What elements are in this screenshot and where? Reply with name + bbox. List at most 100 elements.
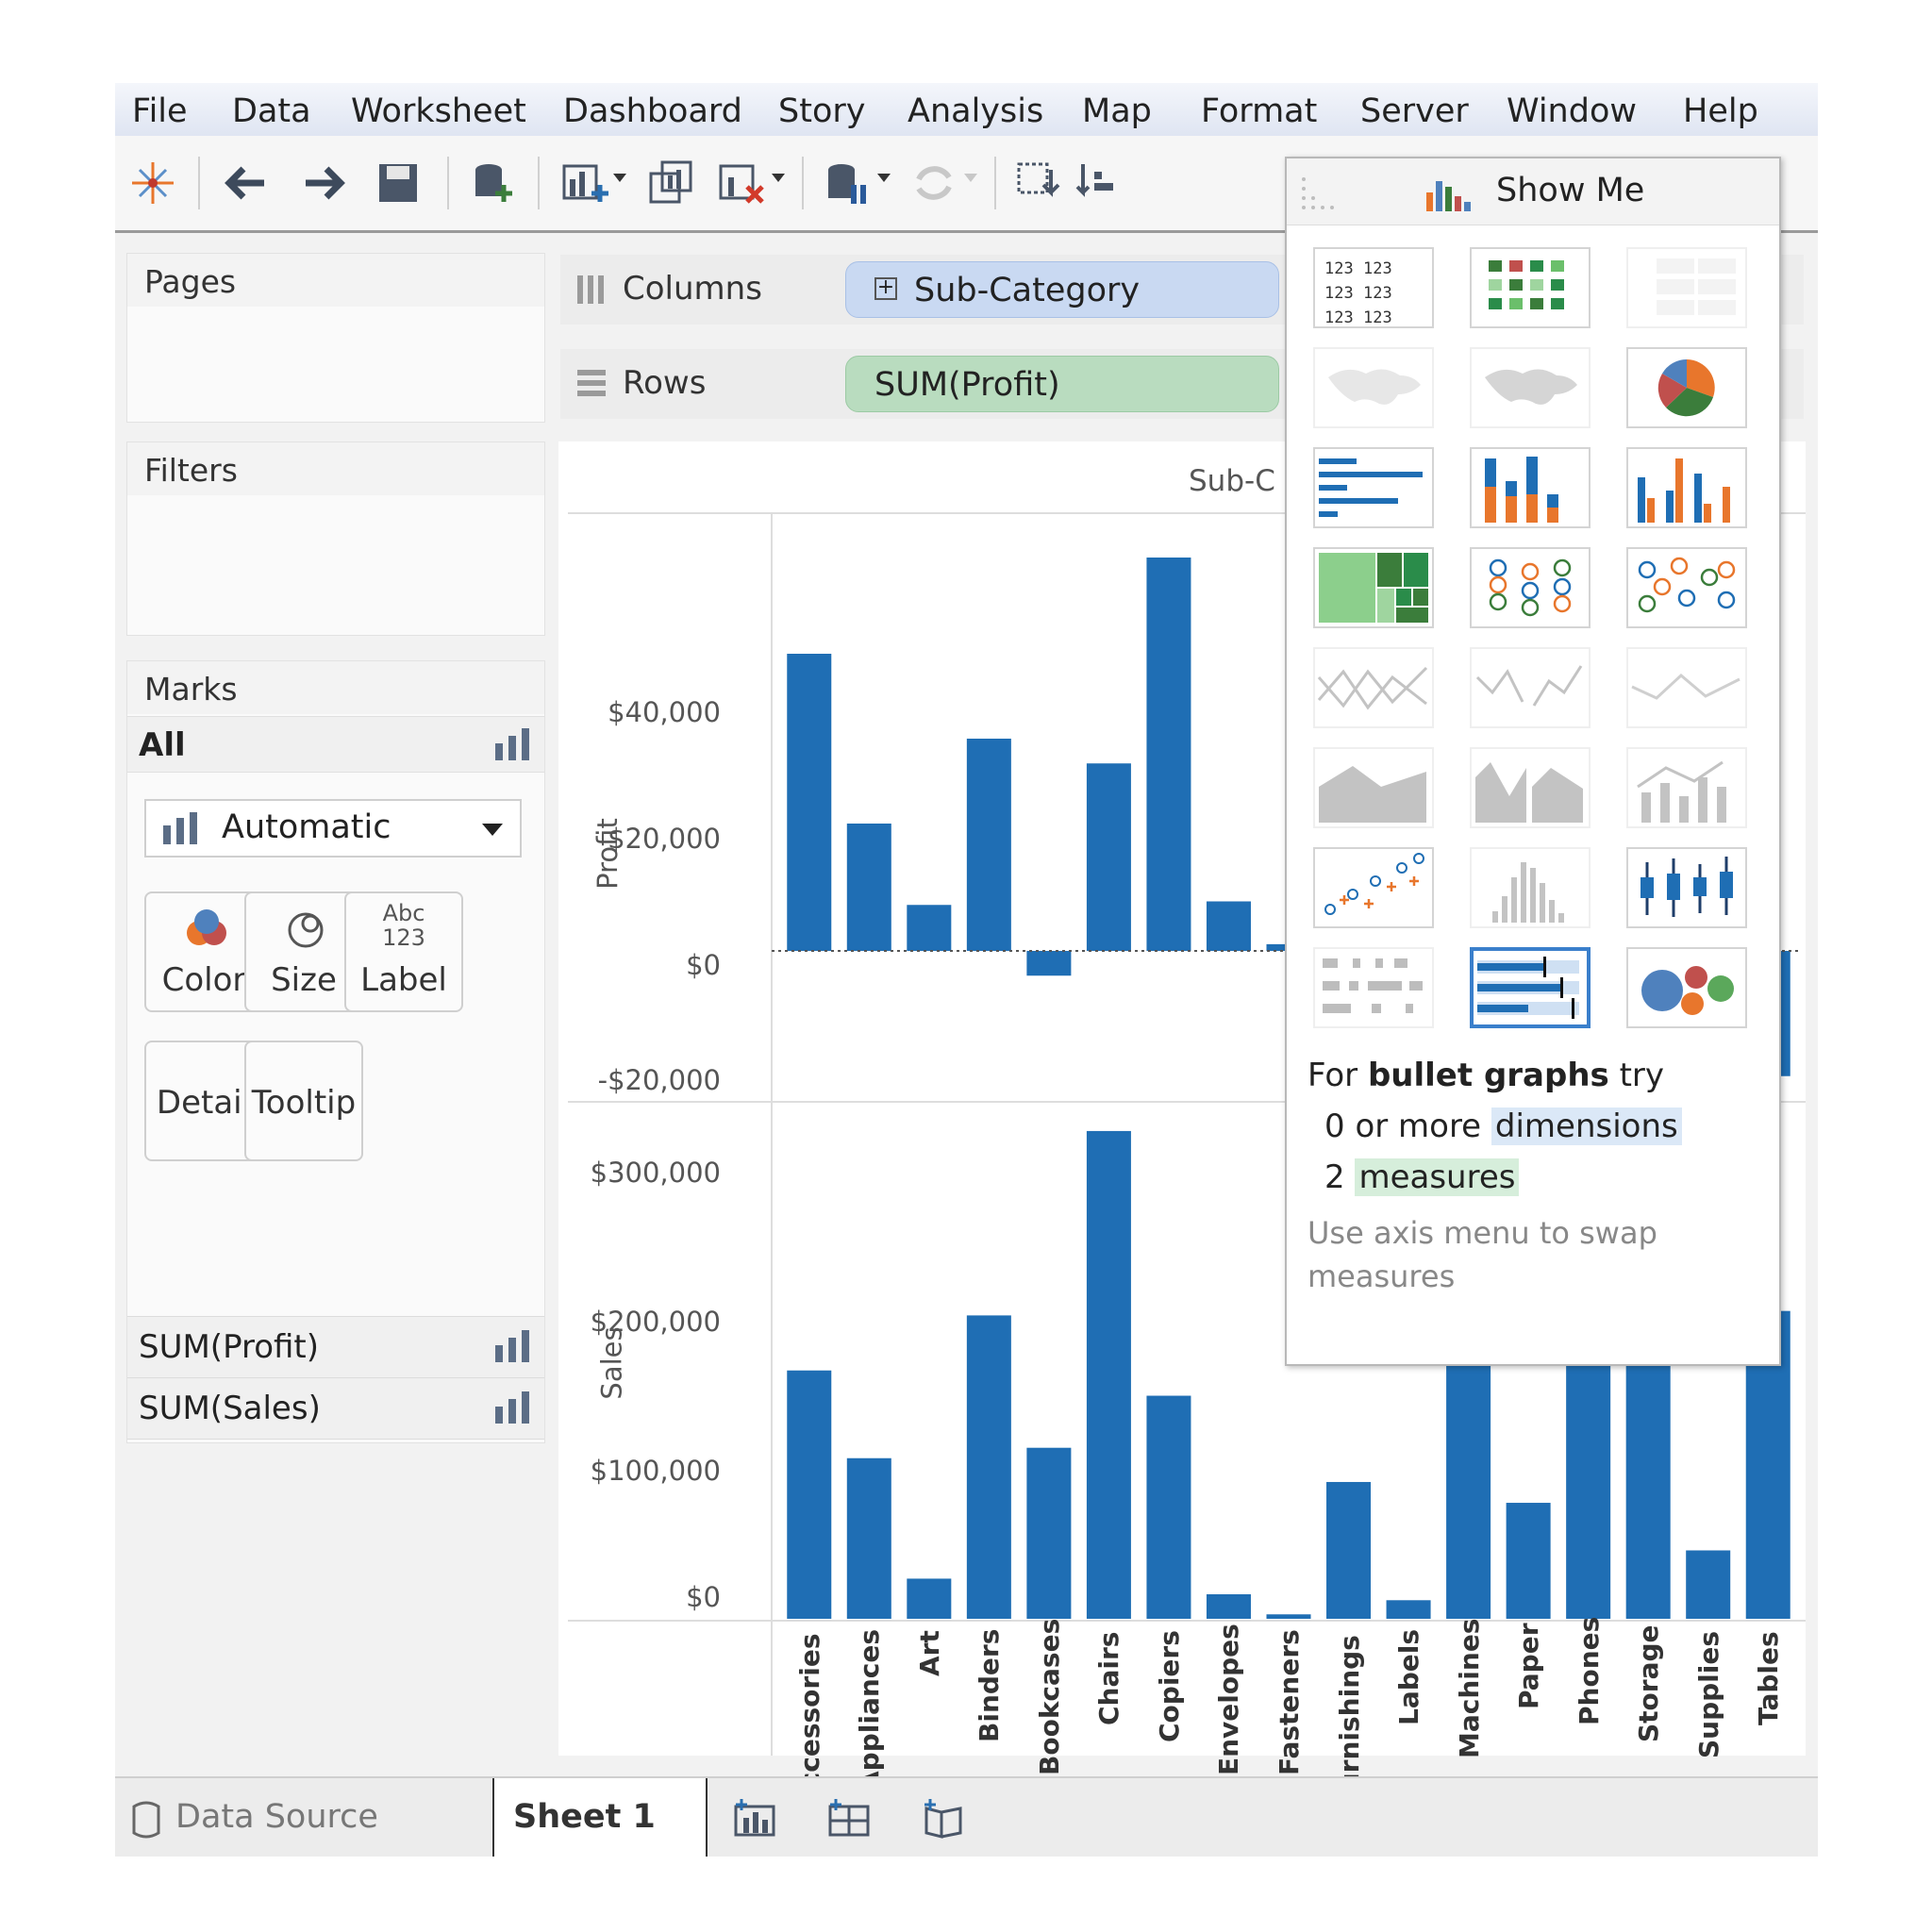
profit-bar[interactable] [907, 905, 952, 951]
profit-tick-label: $0 [686, 949, 721, 981]
category-label[interactable]: Phones [1574, 1617, 1605, 1725]
sum-profit-pill[interactable]: SUM(Profit) [845, 356, 1279, 412]
profit-tick-label: -$20,000 [597, 1064, 721, 1096]
profit-bar[interactable] [787, 654, 832, 951]
treemap-thumb[interactable] [1313, 547, 1434, 628]
sales-bar[interactable] [1026, 1447, 1072, 1619]
menu-format[interactable]: Format [1201, 92, 1317, 130]
bullet-graph-thumb[interactable] [1470, 947, 1591, 1028]
sales-bar[interactable] [1326, 1481, 1372, 1619]
profit-bar[interactable] [1206, 901, 1251, 952]
sales-bar[interactable] [787, 1370, 832, 1619]
profit-bar[interactable] [966, 739, 1011, 951]
menu-data[interactable]: Data [232, 92, 311, 130]
category-label[interactable]: Labels [1393, 1629, 1424, 1725]
sales-bar[interactable] [1146, 1395, 1191, 1619]
category-label[interactable]: Binders [974, 1628, 1005, 1741]
profit-bar[interactable] [1146, 558, 1191, 951]
new-worksheet-icon[interactable] [558, 157, 611, 209]
tableau-logo-icon[interactable] [126, 157, 179, 209]
sort-ascending-icon[interactable] [1074, 157, 1126, 209]
sales-bar[interactable] [1686, 1550, 1731, 1619]
show-me-hint: For bullet graphs try [1307, 1057, 1665, 1094]
sales-bar[interactable] [1446, 1338, 1491, 1619]
category-label[interactable]: Chairs [1093, 1632, 1124, 1725]
category-label[interactable]: Tables [1753, 1631, 1784, 1725]
box-whisker-thumb[interactable] [1626, 847, 1747, 928]
menu-dashboard[interactable]: Dashboard [563, 92, 742, 130]
measure-profit-row[interactable]: SUM(Profit) [127, 1316, 544, 1378]
menu-window[interactable]: Window [1507, 92, 1637, 130]
sub-category-pill[interactable]: + Sub-Category [845, 261, 1279, 318]
stacked-bars-thumb[interactable] [1470, 447, 1591, 528]
swap-rows-columns-icon[interactable] [1013, 157, 1066, 209]
grip-dots-icon [1302, 177, 1334, 209]
category-label[interactable]: Supplies [1693, 1631, 1724, 1758]
pie-chart-thumb[interactable] [1626, 347, 1747, 428]
data-source-tab[interactable]: Data Source [115, 1778, 491, 1857]
category-label[interactable]: Art [914, 1630, 945, 1676]
menu-worksheet[interactable]: Worksheet [351, 92, 526, 130]
forward-arrow-icon[interactable] [298, 157, 351, 209]
sales-bar[interactable] [907, 1578, 952, 1619]
category-label[interactable]: Fasteners [1274, 1629, 1305, 1775]
measure-sales-row[interactable]: SUM(Sales) [127, 1378, 544, 1440]
menu-map[interactable]: Map [1082, 92, 1152, 130]
sum-profit-pill-label: SUM(Profit) [874, 366, 1060, 404]
profit-bar[interactable] [1026, 951, 1072, 976]
filled-map-thumb [1470, 347, 1591, 428]
profit-bar[interactable] [1086, 763, 1131, 951]
symbol-map-thumb [1313, 347, 1434, 428]
sales-bar[interactable] [1266, 1614, 1311, 1619]
sheet1-tab[interactable]: Sheet 1 [492, 1778, 708, 1857]
clear-sheet-icon[interactable] [715, 157, 768, 209]
expand-plus-icon[interactable]: + [874, 277, 897, 300]
clear-dropdown-icon[interactable] [772, 174, 785, 182]
text-table-thumb[interactable]: 123 123 123 123 123 123 [1313, 247, 1434, 328]
side-by-side-circles-thumb[interactable] [1626, 547, 1747, 628]
new-dashboard-icon[interactable] [826, 1799, 874, 1839]
menu-help[interactable]: Help [1683, 92, 1758, 130]
pause-updates-icon[interactable] [821, 157, 874, 209]
mark-type-select[interactable]: Automatic [144, 799, 522, 858]
menu-story[interactable]: Story [778, 92, 865, 130]
menu-server[interactable]: Server [1360, 92, 1469, 130]
new-data-source-icon[interactable] [466, 157, 519, 209]
sales-bar[interactable] [1206, 1593, 1251, 1619]
category-label[interactable]: Storage [1633, 1624, 1664, 1742]
menu-analysis[interactable]: Analysis [908, 92, 1043, 130]
label-button[interactable]: Abc 123 Label [344, 891, 463, 1012]
show-me-header[interactable]: Show Me [1287, 158, 1779, 225]
profit-bar[interactable] [846, 824, 891, 951]
new-story-icon[interactable] [921, 1799, 968, 1839]
category-label[interactable]: Envelopes [1213, 1624, 1244, 1775]
dual-combination-thumb [1626, 747, 1747, 828]
side-by-side-bars-thumb[interactable] [1626, 447, 1747, 528]
tooltip-button[interactable]: Tooltip [244, 1041, 363, 1161]
duplicate-sheet-icon[interactable] [645, 157, 698, 209]
marks-all-row[interactable]: All [127, 716, 544, 773]
sales-bar[interactable] [966, 1315, 1011, 1619]
sales-bar[interactable] [1506, 1503, 1551, 1619]
category-label[interactable]: Appliances [854, 1629, 885, 1791]
new-worksheet-dropdown-icon[interactable] [613, 174, 626, 182]
profit-axis-title: Profit [591, 818, 624, 890]
horizontal-bars-thumb[interactable] [1313, 447, 1434, 528]
category-label[interactable]: Copiers [1154, 1630, 1185, 1742]
category-label[interactable]: Paper [1513, 1623, 1544, 1709]
sales-bar[interactable] [1086, 1130, 1131, 1619]
pause-dropdown-icon[interactable] [877, 174, 891, 182]
heat-map-thumb[interactable] [1470, 247, 1591, 328]
sales-bar[interactable] [846, 1457, 891, 1619]
circle-view-thumb[interactable] [1470, 547, 1591, 628]
scatter-plot-thumb[interactable] [1313, 847, 1434, 928]
save-icon[interactable] [372, 157, 425, 209]
category-label[interactable]: Machines [1454, 1619, 1485, 1758]
packed-bubbles-thumb[interactable] [1626, 947, 1747, 1028]
menu-file[interactable]: File [132, 92, 188, 130]
new-worksheet-icon[interactable] [732, 1799, 779, 1839]
category-label[interactable]: Bookcases [1034, 1618, 1065, 1774]
back-arrow-icon[interactable] [219, 157, 272, 209]
label-label: Label [360, 961, 447, 999]
sales-bar[interactable] [1386, 1600, 1431, 1619]
